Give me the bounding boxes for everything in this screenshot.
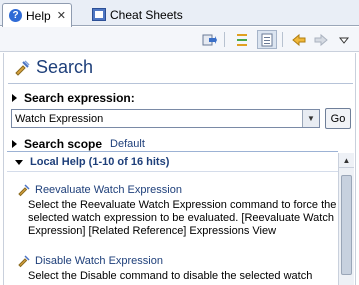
search-expression-section[interactable]: Search expression:	[12, 91, 135, 105]
expand-arrow-icon[interactable]	[12, 94, 17, 102]
cheat-sheet-icon	[92, 8, 106, 21]
list-item: Disable Watch Expression Select the Disa…	[16, 253, 338, 283]
search-expression-combo[interactable]: ▼	[11, 109, 320, 128]
collapse-arrow-icon[interactable]	[15, 159, 23, 165]
scroll-up-icon[interactable]: ▲	[339, 153, 354, 168]
title-divider	[8, 83, 353, 84]
vertical-scrollbar[interactable]: ▲	[338, 153, 354, 285]
result-description: Select the Disable command to disable th…	[28, 270, 313, 282]
tab-cheat-sheets-label: Cheat Sheets	[110, 7, 183, 22]
search-input[interactable]	[12, 110, 302, 127]
close-icon[interactable]: ✕	[57, 9, 66, 22]
search-scope-link[interactable]: Default	[110, 138, 145, 150]
search-flashlight-icon	[12, 58, 32, 78]
view-tab-bar: ? Help ✕ Cheat Sheets	[0, 0, 359, 27]
page-title-text: Search	[36, 57, 94, 77]
toolbar-separator	[282, 32, 283, 47]
search-result-icon	[16, 253, 32, 269]
search-scope-label: Search scope	[24, 137, 103, 151]
combo-dropdown-icon[interactable]: ▼	[302, 110, 319, 127]
synchronize-icon[interactable]	[199, 30, 219, 49]
results-header[interactable]: Local Help (1-10 of 16 hits)	[7, 151, 338, 172]
toolbar-separator	[224, 32, 225, 47]
show-all-icon[interactable]	[232, 30, 252, 49]
view-toolbar	[0, 27, 359, 52]
search-panel: Search Search expression: ▼ Go Search sc…	[3, 53, 356, 285]
search-expression-label: Search expression:	[24, 91, 135, 105]
expand-arrow-icon[interactable]	[12, 140, 17, 148]
forward-icon[interactable]	[311, 30, 331, 49]
search-scope-section[interactable]: Search scope Default	[12, 137, 145, 151]
view-menu-icon[interactable]	[334, 30, 354, 49]
result-description: Select the Reevaluate Watch Expression c…	[28, 199, 337, 237]
result-link[interactable]: Disable Watch Expression	[35, 255, 163, 267]
show-in-toc-icon[interactable]	[257, 30, 277, 49]
back-icon[interactable]	[289, 30, 309, 49]
page-title: Search	[12, 57, 93, 78]
result-link[interactable]: Reevaluate Watch Expression	[35, 184, 182, 196]
search-result-icon	[16, 182, 32, 198]
tab-help-label: Help	[26, 8, 51, 23]
tab-help[interactable]: ? Help ✕	[2, 3, 72, 27]
go-button[interactable]: Go	[325, 108, 351, 129]
tab-cheat-sheets[interactable]: Cheat Sheets	[86, 3, 186, 26]
help-icon: ?	[9, 9, 22, 22]
scroll-thumb[interactable]	[341, 175, 352, 275]
list-item: Reevaluate Watch Expression Select the R…	[16, 182, 338, 238]
results-header-label: Local Help (1-10 of 16 hits)	[30, 156, 170, 168]
